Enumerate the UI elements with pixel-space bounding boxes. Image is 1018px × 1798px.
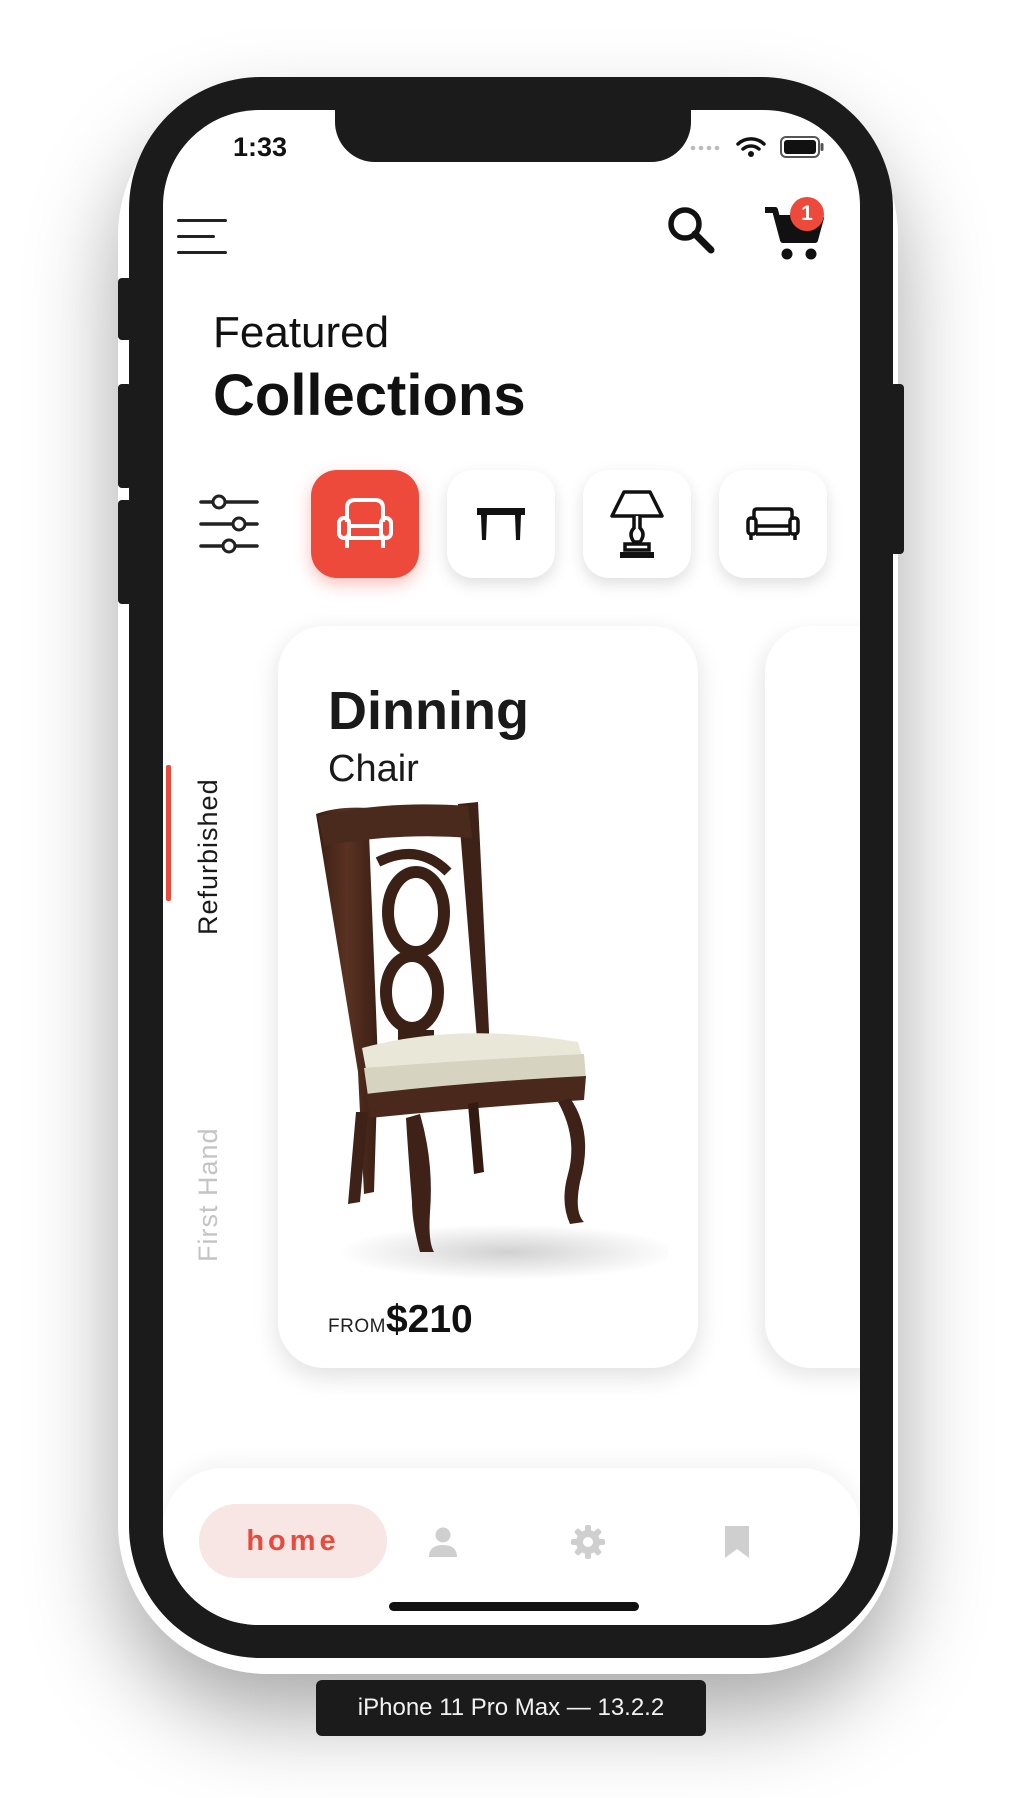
status-icons [690,136,824,158]
next-product-card[interactable] [765,626,860,1368]
profile-icon[interactable] [425,1524,461,1560]
app-screen: 1:33 1 Featured Collections Refurbished … [163,110,860,1625]
category-sofa[interactable] [719,470,827,578]
product-card[interactable]: Dinning Chair FROM $210 [278,626,698,1368]
menu-button[interactable] [177,217,233,257]
featured-label: Featured [213,308,390,357]
product-subtitle: Chair [328,748,419,790]
category-table[interactable] [447,470,555,578]
signal-icon [690,145,720,151]
search-icon[interactable] [663,202,719,258]
notch [335,110,691,162]
bookmark-icon[interactable] [719,1524,755,1560]
armchair-icon [337,498,393,548]
nav-home-button[interactable]: home [199,1504,387,1578]
price-prefix: FROM [328,1316,386,1337]
category-lamp[interactable] [583,470,691,578]
tab-first-hand[interactable]: First Hand [193,1127,224,1262]
wifi-icon [736,137,766,157]
settings-icon[interactable] [570,1524,606,1560]
price-value: $210 [385,1298,473,1341]
tab-active-indicator [166,765,171,901]
page-title: Collections [213,363,526,428]
battery-icon [780,136,824,158]
category-armchair[interactable] [311,470,419,578]
table-icon [477,508,525,540]
home-indicator [389,1602,639,1611]
status-time: 1:33 [233,132,288,162]
filter-sliders-icon[interactable] [199,494,259,554]
lamp-icon [610,490,664,558]
chair-image [316,802,668,1280]
device-label: iPhone 11 Pro Max — 13.2.2 [316,1680,706,1736]
tab-refurbished[interactable]: Refurbished [193,778,224,935]
cart-count-badge: 1 [790,197,824,231]
price-row: FROM $210 [328,1298,473,1342]
sofa-icon [746,507,800,540]
product-title: Dinning [328,681,529,741]
